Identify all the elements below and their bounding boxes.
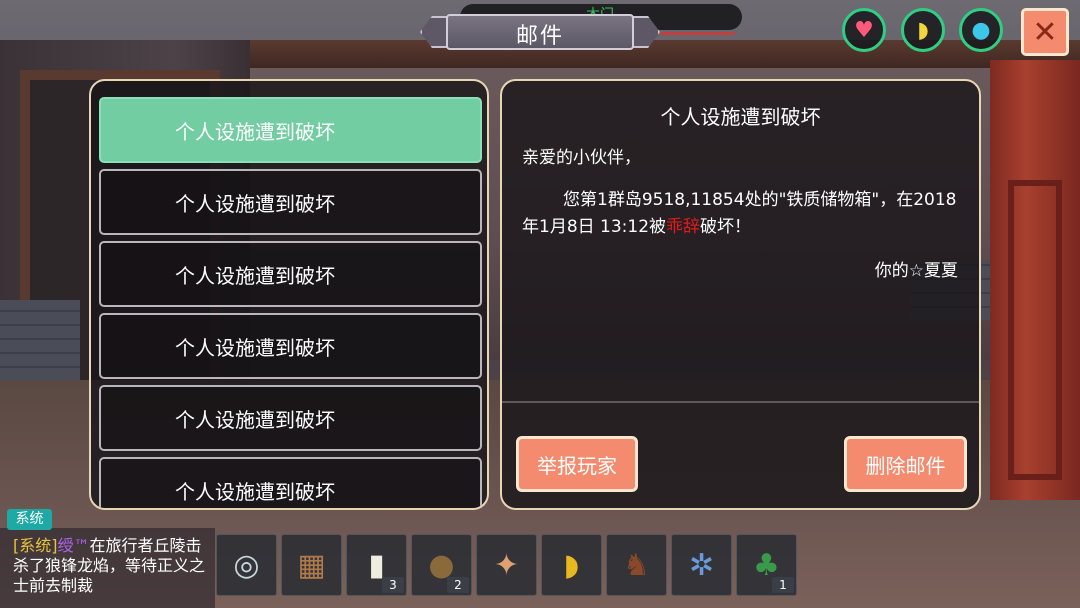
- hotbar-slot[interactable]: ✦: [476, 534, 537, 596]
- mail-detail-panel: 个人设施遭到破坏 亲爱的小伙伴， 您第1群岛9518,11854处的"铁质储物箱…: [500, 79, 981, 510]
- box-item-icon: ▦: [297, 547, 326, 583]
- report-player-button[interactable]: 举报玩家: [516, 436, 638, 492]
- chat-channel-tag[interactable]: 系统: [7, 509, 52, 530]
- fish-bone-item-icon: ✦: [493, 547, 520, 583]
- mail-list: 个人设施遭到破坏 个人设施遭到破坏 个人设施遭到破坏 个人设施遭到破坏 个人设施…: [99, 97, 482, 508]
- target-health-bar-right: [660, 32, 735, 35]
- item-count-badge: 2: [447, 577, 469, 593]
- right-pillar: [990, 60, 1080, 500]
- mail-list-item[interactable]: 个人设施遭到破坏: [99, 169, 482, 235]
- mail-body: 您第1群岛9518,11854处的"铁质储物箱"，在2018年1月8日 13:1…: [522, 187, 960, 241]
- mail-list-item[interactable]: 个人设施遭到破坏: [99, 313, 482, 379]
- title-plate: 邮件: [420, 12, 660, 52]
- mail-signature: 你的☆夏夏: [874, 261, 958, 281]
- hotbar: ◎ ▦ ▮ 3 ● 2 ✦ ◗ ♞ ✲ ♣ 1: [216, 534, 798, 600]
- heart-icon[interactable]: ♥: [842, 8, 886, 52]
- delete-mail-button[interactable]: 删除邮件: [844, 436, 967, 492]
- disc-item-icon: ◎: [233, 547, 260, 583]
- item-count-badge: 1: [772, 577, 794, 593]
- hotbar-slot[interactable]: ▦: [281, 534, 342, 596]
- mail-list-item[interactable]: 个人设施遭到破坏: [99, 457, 482, 508]
- divider: [502, 401, 979, 403]
- page-title: 邮件: [515, 24, 564, 49]
- water-drop-icon[interactable]: ●: [959, 8, 1003, 52]
- stamina-icon[interactable]: ◗: [901, 8, 945, 52]
- hotbar-slot[interactable]: ◗: [541, 534, 602, 596]
- hotbar-slot[interactable]: ◎: [216, 534, 277, 596]
- hotbar-slot[interactable]: ♣ 1: [736, 534, 797, 596]
- heart-icon-glyph: ♥: [854, 17, 874, 43]
- mail-list-item[interactable]: 个人设施遭到破坏: [99, 385, 482, 451]
- hotbar-slot[interactable]: ♞: [606, 534, 667, 596]
- close-icon: ✕: [1032, 14, 1058, 50]
- wand-item-icon: ✲: [688, 547, 715, 583]
- horse-item-icon: ♞: [623, 547, 650, 583]
- hotbar-slot[interactable]: ✲: [671, 534, 732, 596]
- item-count-badge: 3: [382, 577, 404, 593]
- mail-list-panel: 个人设施遭到破坏 个人设施遭到破坏 个人设施遭到破坏 个人设施遭到破坏 个人设施…: [89, 79, 489, 510]
- banana-item-icon: ◗: [563, 547, 580, 583]
- chat-player-name[interactable]: 绶™: [58, 536, 90, 555]
- close-button[interactable]: ✕: [1021, 8, 1069, 56]
- water-drop-icon-glyph: ●: [971, 17, 991, 43]
- left-brick-wall: [0, 300, 80, 380]
- attacker-name[interactable]: 乖辞: [666, 217, 700, 237]
- mail-list-item[interactable]: 个人设施遭到破坏: [99, 97, 482, 163]
- chat-system-label: [系统]: [13, 536, 58, 555]
- mail-body-suffix: 破坏！: [700, 217, 752, 237]
- mail-greeting: 亲爱的小伙伴，: [522, 148, 641, 168]
- mail-subject: 个人设施遭到破坏: [660, 105, 821, 129]
- chat-message: [系统]绶™在旅行者丘陵击杀了狼锋龙焰，等待正义之士前去制裁: [13, 536, 213, 596]
- hotbar-slot[interactable]: ▮ 3: [346, 534, 407, 596]
- stamina-icon-glyph: ◗: [917, 17, 929, 43]
- mail-list-item[interactable]: 个人设施遭到破坏: [99, 241, 482, 307]
- hotbar-slot[interactable]: ● 2: [411, 534, 472, 596]
